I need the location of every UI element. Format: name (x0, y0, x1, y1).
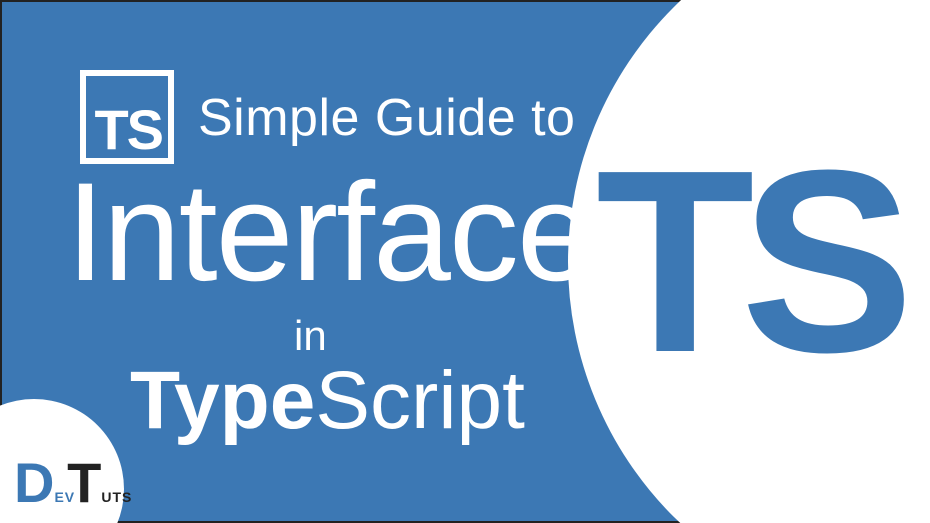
big-ts-mark: TS (596, 132, 900, 392)
typescript-wordmark: TypeScript (130, 360, 525, 442)
ts-badge-text: TS (94, 102, 162, 158)
brand-uts: UTS (101, 489, 132, 505)
devtuts-logo: DEVTUTS (14, 466, 132, 507)
typescript-light: Script (315, 355, 525, 446)
heading-text: Simple Guide to (198, 88, 575, 148)
brand-t: T (67, 466, 101, 500)
ts-badge-icon: TS (80, 70, 174, 164)
banner-canvas: TS Simple Guide to Interface in TypeScri… (0, 0, 930, 523)
main-title: Interface (66, 162, 593, 302)
brand-d: D (14, 466, 54, 500)
connector-text: in (294, 312, 327, 360)
typescript-bold: Type (130, 355, 315, 446)
